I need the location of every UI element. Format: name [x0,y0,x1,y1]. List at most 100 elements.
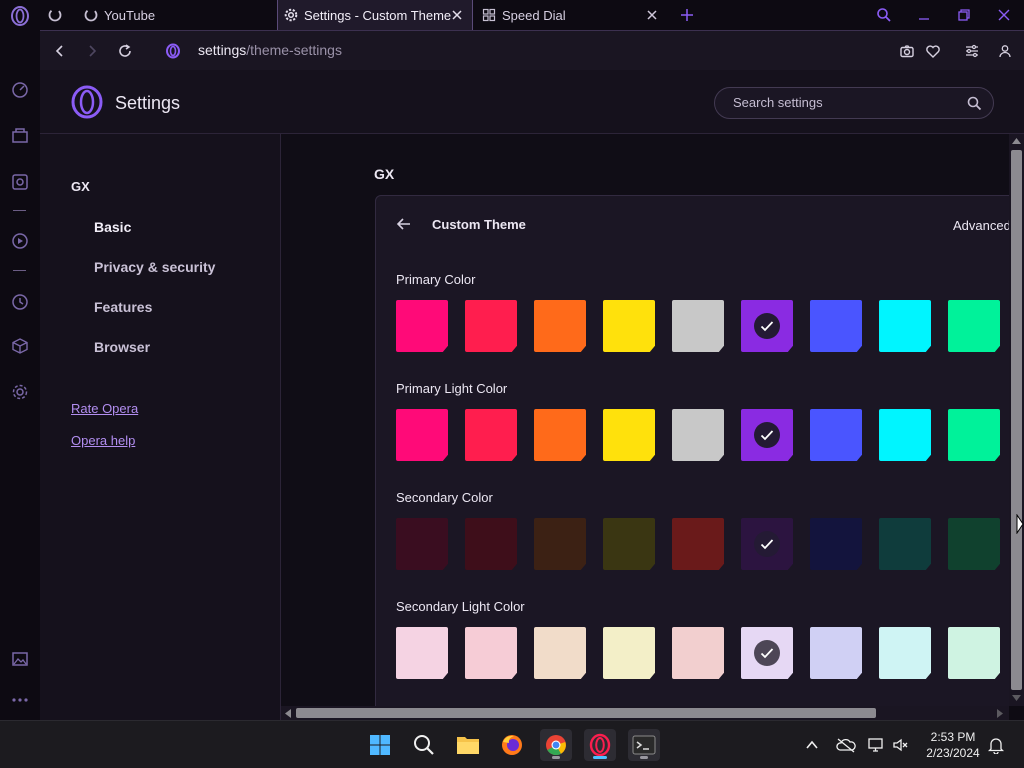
color-swatch[interactable] [741,518,793,570]
tab-speed-dial[interactable]: Speed Dial [482,0,667,30]
color-swatch[interactable] [879,518,931,570]
custom-theme-card: Custom Theme Advanced Primary Color Prima… [375,195,1009,706]
color-swatch[interactable] [465,300,517,352]
color-swatch[interactable] [672,409,724,461]
color-swatch[interactable] [534,627,586,679]
rate-opera-link[interactable]: Rate Opera [71,401,138,416]
scroll-down-icon[interactable] [1012,695,1021,701]
color-swatch[interactable] [396,409,448,461]
opera-gx-taskbar-icon[interactable] [584,729,616,761]
grid-icon [482,8,496,22]
color-swatch[interactable] [879,627,931,679]
extensions-cube-icon[interactable] [8,334,32,358]
url-field[interactable]: settings/theme-settings [198,42,342,58]
new-tab-icon[interactable] [679,7,695,23]
search-icon[interactable] [408,729,440,761]
opera-site-icon [165,43,181,59]
close-icon[interactable] [645,8,659,22]
active-indicator [593,756,607,759]
color-swatch[interactable] [603,409,655,461]
back-arrow-icon[interactable] [396,216,412,232]
system-clock[interactable]: 2:53 PM 2/23/2024 [918,729,988,761]
color-swatch[interactable] [741,300,793,352]
color-swatch[interactable] [948,409,1000,461]
tab-label: Settings - Custom Theme [304,7,452,23]
color-swatch[interactable] [603,518,655,570]
camera-icon[interactable] [899,43,915,59]
color-swatch[interactable] [465,627,517,679]
tab-settings[interactable]: Settings - Custom Theme [277,0,473,30]
color-swatch[interactable] [534,518,586,570]
horizontal-scroll-thumb[interactable] [296,708,876,718]
history-icon[interactable] [8,290,32,314]
color-swatch[interactable] [948,627,1000,679]
color-swatch[interactable] [396,627,448,679]
easy-setup-icon[interactable] [964,43,980,59]
more-icon[interactable] [8,688,32,712]
search-input[interactable]: Search settings [714,87,994,119]
close-icon[interactable] [450,8,464,22]
color-swatch[interactable] [741,409,793,461]
color-swatch[interactable] [672,518,724,570]
sidebar-section-gx[interactable]: GX [71,179,90,194]
tab-youtube[interactable]: YouTube [84,0,306,30]
advanced-button[interactable]: Advanced [953,218,1009,233]
wallpaper-icon[interactable] [8,647,32,671]
color-swatch[interactable] [396,518,448,570]
reload-icon[interactable] [117,43,133,59]
gx-corner-icon[interactable] [8,170,32,194]
vertical-scroll-thumb[interactable] [1011,150,1022,690]
color-swatch[interactable] [810,409,862,461]
restore-icon[interactable] [956,7,972,23]
speedometer-icon[interactable] [8,78,32,102]
close-window-icon[interactable] [996,7,1012,23]
color-swatch[interactable] [603,627,655,679]
onedrive-icon[interactable] [836,737,856,753]
color-swatch[interactable] [396,300,448,352]
back-icon[interactable] [52,43,68,59]
tab-loading[interactable] [48,0,78,30]
sidebar-item-privacy-security[interactable]: Privacy & security [94,259,215,275]
scroll-right-icon[interactable] [997,709,1003,718]
firefox-icon[interactable] [496,729,528,761]
forward-icon[interactable] [84,43,100,59]
check-icon [754,640,780,666]
color-swatch[interactable] [810,300,862,352]
sidebar-item-basic[interactable]: Basic [94,219,131,235]
sidebar-item-browser[interactable]: Browser [94,339,150,355]
chrome-icon[interactable] [540,729,572,761]
color-swatch[interactable] [672,627,724,679]
opera-help-link[interactable]: Opera help [71,433,135,448]
terminal-icon[interactable] [628,729,660,761]
color-swatch[interactable] [879,300,931,352]
minimize-icon[interactable] [916,7,932,23]
network-icon[interactable] [867,737,885,753]
color-swatch[interactable] [879,409,931,461]
color-swatch[interactable] [810,627,862,679]
color-swatch[interactable] [948,300,1000,352]
sidebar-item-features[interactable]: Features [94,299,152,315]
scroll-up-icon[interactable] [1012,138,1021,144]
search-tabs-icon[interactable] [876,7,892,23]
player-icon[interactable] [8,229,32,253]
heart-icon[interactable] [925,43,941,59]
windows-start-icon[interactable] [364,729,396,761]
color-swatch[interactable] [465,409,517,461]
opera-menu-icon[interactable] [8,4,32,28]
chevron-up-icon[interactable] [805,738,819,752]
color-swatch[interactable] [534,409,586,461]
color-swatch[interactable] [672,300,724,352]
color-swatch[interactable] [534,300,586,352]
color-swatch[interactable] [603,300,655,352]
store-icon[interactable] [8,123,32,147]
color-swatch[interactable] [741,627,793,679]
notifications-bell-icon[interactable] [988,736,1004,754]
scroll-left-icon[interactable] [285,709,291,718]
color-swatch[interactable] [948,518,1000,570]
color-swatch[interactable] [810,518,862,570]
volume-muted-icon[interactable] [892,737,910,753]
color-swatch[interactable] [465,518,517,570]
settings-gear-icon[interactable] [8,380,32,404]
profile-icon[interactable] [997,43,1013,59]
file-explorer-icon[interactable] [452,729,484,761]
